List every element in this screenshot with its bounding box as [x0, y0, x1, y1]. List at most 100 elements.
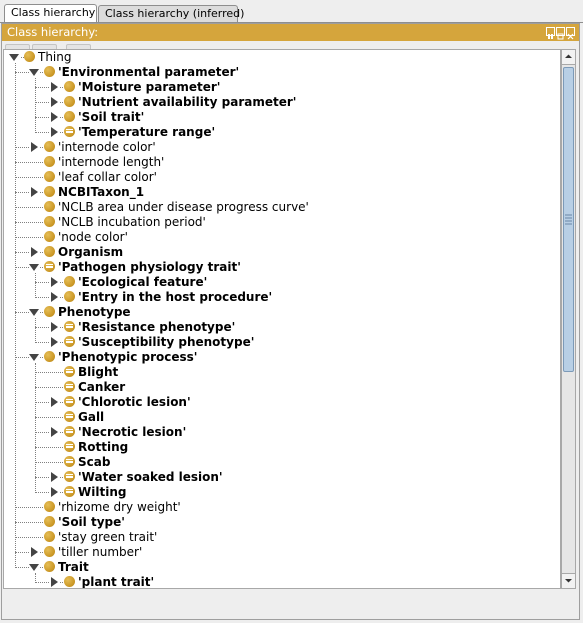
tree-node[interactable]: NCBITaxon_1: [4, 185, 560, 200]
expand-arrow-down-icon[interactable]: [29, 352, 40, 363]
tree-node[interactable]: Phenotype: [4, 305, 560, 320]
expand-arrow-right-icon[interactable]: [49, 487, 60, 498]
tree-node-label: 'internode length': [58, 155, 165, 169]
tree-connector: [15, 522, 43, 523]
defined-class-icon: [64, 411, 75, 422]
tree-node[interactable]: 'Ecological feature': [4, 275, 560, 290]
expand-arrow-down-icon[interactable]: [29, 307, 40, 318]
tree-node[interactable]: 'Phenotypic process': [4, 350, 560, 365]
defined-class-icon: [64, 441, 75, 452]
tree-node[interactable]: 'Moisture parameter': [4, 80, 560, 95]
expand-arrow-right-icon[interactable]: [29, 142, 40, 153]
tree-node[interactable]: 'Susceptibility phenotype': [4, 335, 560, 350]
class-icon: [44, 156, 55, 167]
expand-arrow-right-icon[interactable]: [29, 247, 40, 258]
expand-arrow-right-icon[interactable]: [29, 187, 40, 198]
tree-node-label: 'NCLB area under disease progress curve': [58, 200, 309, 214]
defined-class-icon: [64, 486, 75, 497]
class-tree[interactable]: Thing 'Environmental parameter' 'Moisture …: [3, 49, 561, 589]
tree-node[interactable]: 'Temperature range': [4, 125, 560, 140]
scroll-thumb[interactable]: [563, 67, 574, 372]
expand-arrow-right-icon[interactable]: [49, 322, 60, 333]
scroll-down-button[interactable]: [562, 573, 575, 588]
defined-class-icon: [64, 381, 75, 392]
vertical-scrollbar[interactable]: [561, 49, 576, 589]
panel-header: Class hierarchy:: [2, 24, 579, 41]
defined-class-icon: [44, 261, 55, 272]
expand-arrow-right-icon[interactable]: [49, 577, 60, 588]
scroll-up-button[interactable]: [562, 50, 575, 65]
expand-arrow-down-icon[interactable]: [29, 562, 40, 573]
tree-node[interactable]: 'node color': [4, 230, 560, 245]
tree-node[interactable]: 'internode color': [4, 140, 560, 155]
tree-node[interactable]: 'NCLB incubation period': [4, 215, 560, 230]
expand-arrow-right-icon[interactable]: [49, 82, 60, 93]
class-icon: [44, 516, 55, 527]
tree-connector: [35, 372, 63, 373]
restore-icon[interactable]: [546, 27, 555, 39]
tree-node[interactable]: Thing: [4, 50, 560, 65]
tree-node-label: 'node color': [58, 230, 128, 244]
tree-node[interactable]: 'Soil type': [4, 515, 560, 530]
tree-node[interactable]: Scab: [4, 455, 560, 470]
tree-node[interactable]: Gall: [4, 410, 560, 425]
maximize-icon[interactable]: [556, 27, 565, 40]
tree-node[interactable]: 'rhizome dry weight': [4, 500, 560, 515]
tree-node[interactable]: 'Environmental parameter': [4, 65, 560, 80]
tree-node-label: 'Soil trait': [78, 110, 145, 124]
class-icon: [44, 201, 55, 212]
expand-arrow-right-icon[interactable]: [29, 547, 40, 558]
tree-node[interactable]: 'internode length': [4, 155, 560, 170]
class-icon: [64, 576, 75, 587]
defined-class-icon: [64, 336, 75, 347]
tree-connector: [15, 162, 43, 163]
tree-node[interactable]: Wilting: [4, 485, 560, 500]
tree-node[interactable]: 'Water soaked lesion': [4, 470, 560, 485]
tree-node[interactable]: 'Necrotic lesion': [4, 425, 560, 440]
tab-class-hierarchy-inferred[interactable]: Class hierarchy (inferred): [98, 5, 244, 22]
expand-arrow-right-icon[interactable]: [49, 112, 60, 123]
tree-node[interactable]: 'Pathogen physiology trait': [4, 260, 560, 275]
expand-arrow-down-icon[interactable]: [29, 67, 40, 78]
tree-node[interactable]: Organism: [4, 245, 560, 260]
tree-node-label: NCBITaxon_1: [58, 185, 145, 199]
expand-arrow-right-icon[interactable]: [49, 472, 60, 483]
expand-arrow-right-icon[interactable]: [49, 397, 60, 408]
tree-connector: [35, 387, 63, 388]
tree-node[interactable]: 'Resistance phenotype': [4, 320, 560, 335]
expand-arrow-right-icon[interactable]: [49, 427, 60, 438]
tree-node[interactable]: Trait: [4, 560, 560, 575]
expand-arrow-right-icon[interactable]: [49, 277, 60, 288]
tree-node-label: 'Chlorotic lesion': [78, 395, 191, 409]
tree-node[interactable]: 'Soil trait': [4, 110, 560, 125]
close-icon[interactable]: [566, 27, 575, 40]
expand-arrow-right-icon[interactable]: [49, 127, 60, 138]
tree-node[interactable]: 'stay green trait': [4, 530, 560, 545]
tree-node[interactable]: Blight: [4, 365, 560, 380]
tree-node-label: Scab: [78, 455, 111, 469]
expand-arrow-right-icon[interactable]: [49, 292, 60, 303]
tree-node[interactable]: 'Chlorotic lesion': [4, 395, 560, 410]
tree-node[interactable]: 'leaf collar color': [4, 170, 560, 185]
tree-node[interactable]: 'Nutrient availability parameter': [4, 95, 560, 110]
expand-arrow-right-icon[interactable]: [49, 337, 60, 348]
tree-node[interactable]: 'Entry in the host procedure': [4, 290, 560, 305]
tree-connector: [15, 207, 43, 208]
tree-node-label: 'Temperature range': [78, 125, 216, 139]
expand-arrow-down-icon[interactable]: [9, 52, 20, 63]
tree-node[interactable]: Canker: [4, 380, 560, 395]
class-icon: [44, 141, 55, 152]
tree-node-label: 'stay green trait': [58, 530, 158, 544]
expand-arrow-right-icon[interactable]: [49, 97, 60, 108]
tree-node[interactable]: 'plant trait': [4, 575, 560, 588]
defined-class-icon: [64, 396, 75, 407]
class-icon: [64, 291, 75, 302]
tab-class-hierarchy[interactable]: Class hierarchy: [4, 4, 97, 23]
defined-class-icon: [64, 366, 75, 377]
expand-arrow-down-icon[interactable]: [29, 262, 40, 273]
tree-node[interactable]: Rotting: [4, 440, 560, 455]
class-icon: [44, 546, 55, 557]
tree-node[interactable]: 'NCLB area under disease progress curve': [4, 200, 560, 215]
tree-connector: [35, 447, 63, 448]
tree-node[interactable]: 'tiller number': [4, 545, 560, 560]
